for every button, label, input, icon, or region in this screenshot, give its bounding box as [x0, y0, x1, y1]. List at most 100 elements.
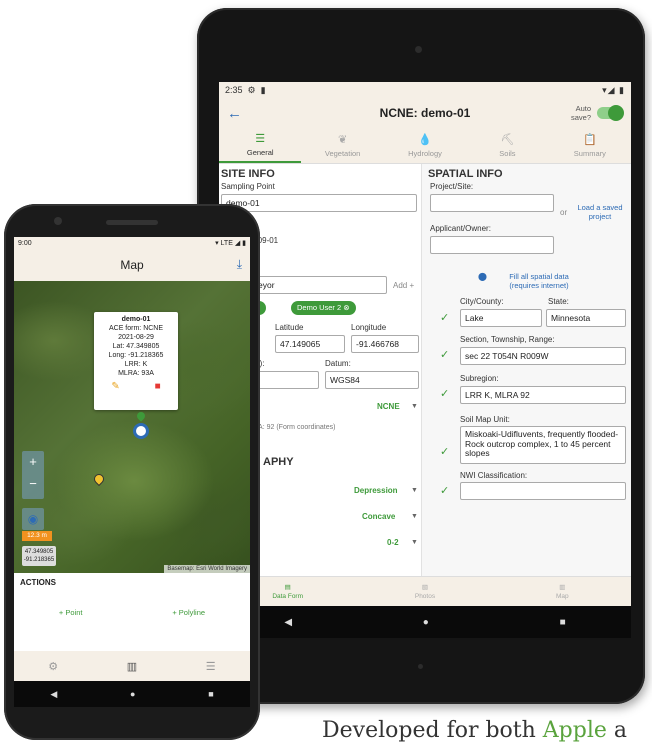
project-input[interactable] — [430, 194, 554, 212]
datum-label: Datum: — [325, 359, 351, 368]
photos-icon: ▧ — [421, 584, 429, 591]
latitude-label: Latitude — [275, 323, 304, 332]
autosave-toggle[interactable] — [597, 105, 624, 121]
settings-icon: ⚙ — [247, 84, 256, 95]
point-marker-icon[interactable] — [135, 410, 147, 422]
popup-title: demo-01 — [121, 316, 151, 323]
map-view[interactable]: demo-01 ACE form: NCNE 2021-08-29 Lat: 4… — [14, 281, 250, 573]
nwi-classification-label: NWI Classification: — [460, 471, 528, 480]
mlra-note: RA: 92 (Form coordinates) — [253, 424, 336, 431]
load-project-link[interactable]: Load a saved project — [574, 203, 626, 221]
tablet-screen: 2:35 ⚙ ▮ ▾◢ ▮ ← NCNE: demo-01 Auto save? … — [219, 82, 631, 638]
tab-hydrology[interactable]: 💧 Hydrology — [384, 128, 466, 163]
actions-heading: ACTIONS — [20, 578, 56, 587]
tab-label: Summary — [573, 149, 606, 158]
phone-device: 9:00 ▾ LTE ◢ ▮ Map ⤓ demo-01 ACE form: N… — [4, 204, 260, 740]
city-county-input[interactable]: Lake — [460, 309, 542, 327]
list-icon[interactable]: ☰ — [206, 660, 216, 673]
surveyor-input[interactable]: eyor — [253, 276, 387, 294]
chevron-down-icon: ▼ — [411, 539, 418, 546]
popup-lat: Lat: 47.349805 — [112, 343, 160, 350]
tab-label: Soils — [499, 149, 516, 158]
recents-square-icon[interactable]: ■ — [208, 689, 213, 699]
popup-date: 2021-08-29 — [118, 334, 154, 341]
water-drop-icon: 💧 — [418, 134, 432, 146]
soil-map-unit-label: Soil Map Unit: — [460, 415, 510, 424]
phone-bottom-nav: ⚙ ▥ ☰ — [14, 651, 250, 681]
popup-mlra: MLRA: 93A — [118, 370, 154, 377]
map-icon[interactable]: ▥ — [127, 660, 137, 673]
surveyor-chip-demo-user-2[interactable]: Demo User 2 ⊗ — [291, 301, 356, 315]
phone-system-nav: ◀ ● ■ — [14, 681, 250, 707]
yellow-marker-icon[interactable] — [91, 471, 107, 487]
region-select[interactable]: NCNE — [377, 402, 400, 411]
longitude-input[interactable]: -91.466768 — [351, 335, 419, 353]
sampling-point-input[interactable]: demo-01 — [221, 194, 417, 212]
page-title: Map — [120, 258, 144, 272]
delete-trash-icon[interactable]: ■ — [155, 382, 161, 392]
chevron-down-icon: ▼ — [411, 487, 418, 494]
tablet-system-nav: ◀ ● ■ — [219, 606, 631, 638]
add-surveyor-button[interactable]: Add + — [393, 281, 414, 290]
edit-pencil-icon[interactable]: ✎ — [111, 382, 119, 392]
section-township-range-input[interactable]: sec 22 T054N R009W — [460, 347, 626, 365]
subregion-input[interactable]: LRR K, MLRA 92 — [460, 386, 626, 404]
topography-heading: APHY — [263, 456, 294, 468]
tab-label: General — [246, 148, 274, 157]
status-time: 2:35 — [225, 85, 243, 95]
home-circle-icon[interactable]: ● — [423, 617, 429, 628]
tab-soils[interactable]: ⛏ Soils — [466, 128, 548, 163]
coordinate-readout: 47.349805 -91.218365 — [22, 546, 56, 566]
tab-general[interactable]: ☰ General — [219, 128, 302, 163]
tablet-device: 2:35 ⚙ ▮ ▾◢ ▮ ← NCNE: demo-01 Auto save? … — [197, 8, 645, 704]
tablet-app-bar: ← NCNE: demo-01 Auto save? — [219, 98, 631, 128]
phone-screen: 9:00 ▾ LTE ◢ ▮ Map ⤓ demo-01 ACE form: N… — [14, 237, 250, 707]
add-point-button[interactable]: + Point — [59, 608, 83, 617]
fill-spatial-data-button[interactable]: Fill all spatial data (requires internet… — [494, 272, 584, 290]
check-icon: ✓ — [440, 485, 450, 497]
nav-map[interactable]: ▥ Map — [494, 577, 631, 606]
applicant-input[interactable] — [430, 236, 554, 254]
status-icons: ▾ LTE ◢ ▮ — [215, 240, 246, 247]
slope-select[interactable]: 0-2 — [387, 538, 399, 547]
tablet-camera — [415, 46, 422, 53]
back-triangle-icon[interactable]: ◀ — [284, 617, 292, 628]
popup-form: ACE form: NCNE — [108, 325, 164, 332]
check-icon: ✓ — [440, 349, 450, 361]
settings-icon[interactable]: ⚙ — [48, 660, 58, 673]
sd-card-icon: ▮ — [260, 84, 266, 95]
location-pin-icon: ⬤ — [478, 272, 487, 281]
form-icon: ▤ — [284, 584, 291, 591]
zoom-in-button[interactable]: + — [22, 451, 44, 473]
current-location-icon — [133, 423, 149, 439]
tab-vegetation[interactable]: ❦ Vegetation — [301, 128, 383, 163]
zoom-control: + − — [22, 451, 44, 499]
tab-summary[interactable]: 📋 Summary — [549, 128, 631, 163]
soil-map-unit-input[interactable]: Miskoaki-Udifluvents, frequently flooded… — [460, 426, 626, 464]
tablet-status-bar: 2:35 ⚙ ▮ ▾◢ ▮ — [219, 82, 631, 98]
datum-input[interactable]: WGS84 — [325, 371, 419, 389]
applicant-label: Applicant/Owner: — [430, 224, 491, 233]
add-polyline-button[interactable]: + Polyline — [172, 608, 205, 617]
elevation-input[interactable] — [253, 371, 319, 389]
back-triangle-icon[interactable]: ◀ — [50, 689, 57, 700]
recents-square-icon[interactable]: ■ — [560, 617, 566, 628]
locate-button[interactable]: ◉ — [22, 508, 44, 530]
site-info-heading: SITE INFO — [221, 168, 275, 180]
landform-select[interactable]: Depression — [354, 486, 398, 495]
check-icon: ✓ — [440, 312, 450, 324]
tab-label: Vegetation — [324, 149, 361, 158]
tablet-bottom-nav: ▤ Data Form ▧ Photos ▥ Map — [219, 576, 631, 606]
state-label: State: — [548, 297, 569, 306]
home-circle-icon[interactable]: ● — [130, 689, 135, 699]
popup-lrr: LRR: K — [124, 361, 148, 368]
or-label: or — [560, 208, 568, 217]
form-body: SITE INFO Sampling Point demo-01 -09-01 … — [219, 164, 631, 576]
zoom-out-button[interactable]: − — [22, 473, 44, 495]
relief-select[interactable]: Concave — [362, 512, 395, 521]
nwi-classification-input[interactable] — [460, 482, 626, 500]
download-icon[interactable]: ⤓ — [237, 257, 242, 272]
state-input[interactable]: Minnesota — [546, 309, 626, 327]
nav-photos[interactable]: ▧ Photos — [356, 577, 493, 606]
latitude-input[interactable]: 47.149065 — [275, 335, 345, 353]
